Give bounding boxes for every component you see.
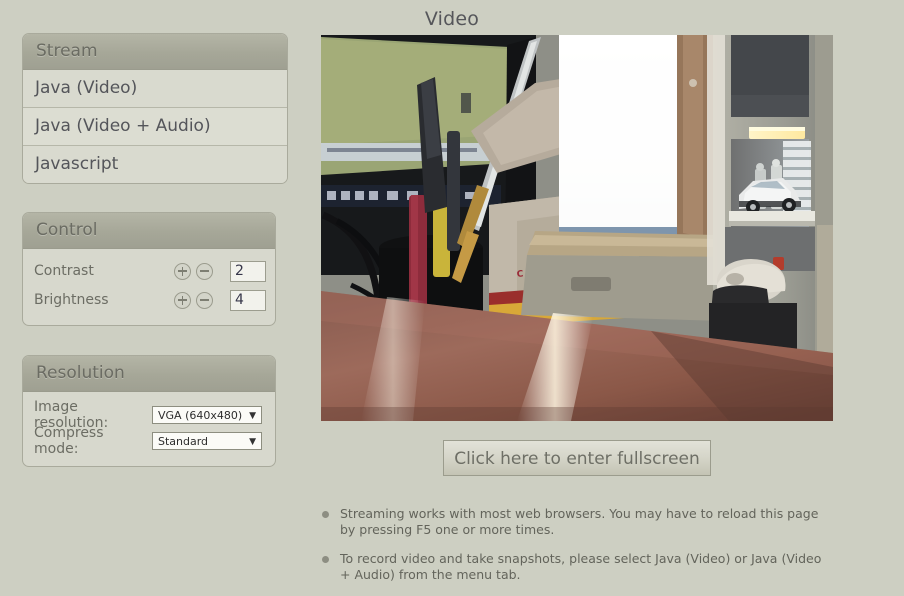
resolution-panel-header: Resolution — [23, 356, 275, 392]
compress-mode-value: Standard — [158, 435, 209, 448]
note-text: Streaming works with most web browsers. … — [340, 506, 819, 537]
control-panel: Control Contrast 2 Brightness 4 — [22, 212, 276, 326]
resolution-panel-body: Image resolution: VGA (640x480) ▼ Compre… — [23, 392, 275, 466]
brightness-value-field[interactable]: 4 — [230, 289, 266, 311]
resolution-panel: Resolution Image resolution: VGA (640x48… — [22, 355, 276, 467]
compress-mode-select[interactable]: Standard ▼ — [152, 432, 262, 450]
note-text: To record video and take snapshots, plea… — [340, 551, 822, 582]
enter-fullscreen-button[interactable]: Click here to enter fullscreen — [443, 440, 711, 476]
minus-circle-icon-contrast[interactable] — [196, 262, 213, 280]
control-row-brightness: Brightness 4 — [23, 287, 275, 313]
contrast-value-field[interactable]: 2 — [230, 260, 266, 282]
sidebar-item-java-video[interactable]: Java (Video) — [23, 70, 287, 108]
chevron-down-icon-image-resolution: ▼ — [249, 411, 256, 421]
resolution-row-compress: Compress mode: Standard ▼ — [23, 425, 275, 457]
contrast-label: Contrast — [34, 263, 94, 279]
sidebar-item-java-video-audio[interactable]: Java (Video + Audio) — [23, 108, 287, 146]
control-panel-header: Control — [23, 213, 275, 249]
list-item: Streaming works with most web browsers. … — [322, 506, 822, 538]
list-item: To record video and take snapshots, plea… — [322, 551, 822, 583]
sidebar-item-javascript[interactable]: Javascript — [23, 146, 287, 183]
video-stream[interactable]: CCTV C TV — [321, 35, 833, 421]
stream-panel-header: Stream — [23, 34, 287, 70]
control-panel-body: Contrast 2 Brightness 4 — [23, 249, 275, 325]
page-title: Video — [424, 8, 480, 30]
chevron-down-icon-compress-mode: ▼ — [249, 437, 256, 447]
image-resolution-value: VGA (640x480) — [158, 409, 243, 422]
plus-circle-icon-contrast[interactable] — [174, 262, 191, 280]
bullet-icon — [322, 556, 329, 563]
plus-circle-icon-brightness[interactable] — [174, 291, 191, 309]
stream-panel: Stream Java (Video) Java (Video + Audio)… — [22, 33, 288, 184]
left-sidebar: Stream Java (Video) Java (Video + Audio)… — [22, 33, 288, 467]
resolution-row-image: Image resolution: VGA (640x480) ▼ — [23, 399, 275, 431]
bullet-icon — [322, 511, 329, 518]
notes-list: Streaming works with most web browsers. … — [322, 506, 822, 596]
minus-circle-icon-brightness[interactable] — [196, 291, 213, 309]
image-resolution-select[interactable]: VGA (640x480) ▼ — [152, 406, 262, 424]
brightness-label: Brightness — [34, 292, 109, 308]
control-row-contrast: Contrast 2 — [23, 258, 275, 284]
compress-mode-label: Compress mode: — [34, 425, 104, 457]
